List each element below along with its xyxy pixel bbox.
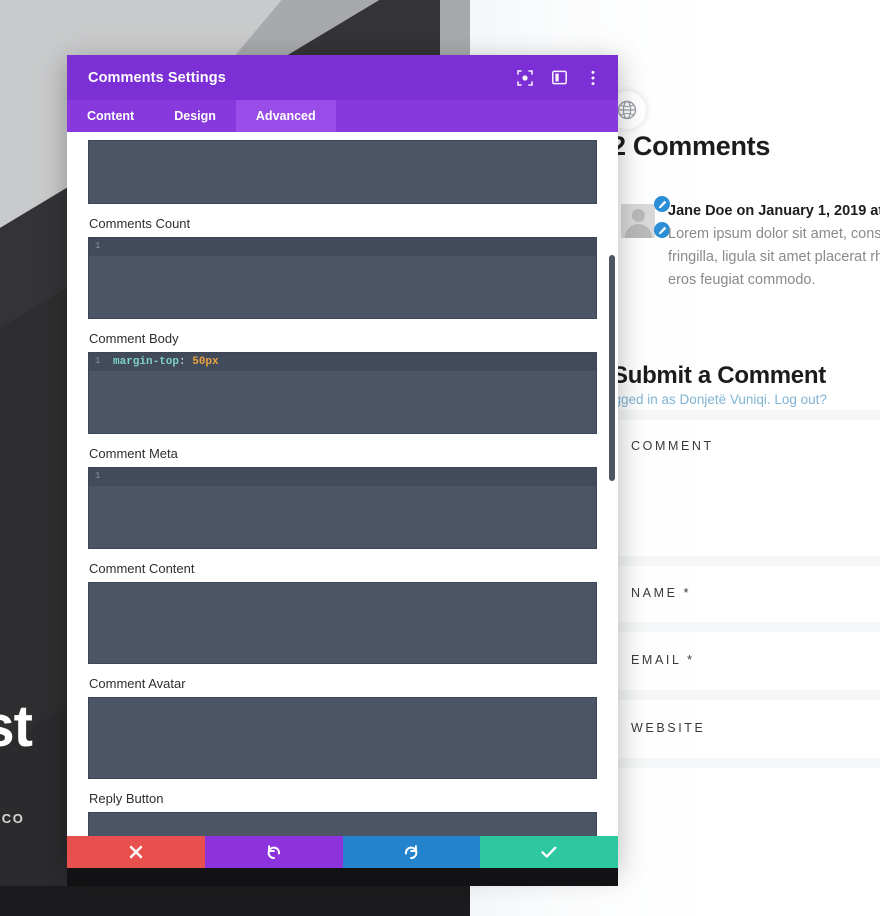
comment-field-label: COMMENT — [631, 439, 714, 453]
line-number-gutter: 1 — [95, 241, 101, 251]
form-separator — [611, 758, 880, 768]
logged-in-notice[interactable]: ogged in as Donjetë Vuniqi. Log out? — [606, 392, 827, 407]
code-field-group — [88, 140, 597, 204]
hero-post-meta: ED | 12 CO — [0, 811, 25, 826]
hero-post-title: ost — [0, 694, 33, 759]
code-field-group: Comment Meta 1 — [88, 434, 597, 549]
email-field-label: EMAIL * — [631, 653, 695, 667]
comment-content-editor[interactable] — [88, 582, 597, 664]
comment-avatar-label: Comment Avatar — [89, 676, 186, 691]
submit-comment-heading: Submit a Comment — [612, 362, 826, 389]
comment-content-label: Comment Content — [89, 561, 195, 576]
name-field-label: NAME * — [631, 586, 692, 600]
modal-drop-shadow — [67, 868, 618, 886]
modal-action-bar — [67, 836, 618, 868]
code-field-group: Comment Content — [88, 549, 597, 664]
hero-bottom-strip — [0, 886, 470, 916]
cancel-button[interactable] — [67, 836, 205, 868]
layout-panel-icon[interactable] — [550, 69, 568, 87]
line-number-gutter: 1 — [95, 356, 101, 366]
active-code-line — [89, 238, 596, 256]
form-separator — [611, 622, 880, 632]
modal-titlebar: Comments Settings — [67, 55, 618, 100]
comments-count-heading: 2 Comments — [611, 131, 771, 161]
tab-design[interactable]: Design — [154, 100, 236, 132]
reply-button-editor[interactable] — [88, 812, 597, 836]
comments-count-editor[interactable]: 1 — [88, 237, 597, 319]
comment-body-editor[interactable]: 1 margin-top: 50px 1 — [88, 352, 597, 434]
user-avatar-icon — [621, 204, 655, 238]
comment-author-meta: Jane Doe on January 1, 2019 at 12:00 pm … — [668, 203, 880, 219]
reply-button-label: Reply Button — [89, 791, 164, 806]
form-separator — [611, 556, 880, 566]
code-field-group: Comments Count 1 — [88, 204, 597, 319]
active-code-line — [89, 468, 596, 486]
css-code-text: margin-top: 50px — [113, 355, 219, 370]
undo-button[interactable] — [204, 836, 343, 868]
comment-body-text: Lorem ipsum dolor sit amet, consectetur … — [668, 226, 880, 288]
code-field-group: Comment Body 1 margin-top: 50px 1 — [88, 319, 597, 434]
redo-button[interactable] — [342, 836, 481, 868]
css-property: margin-top — [113, 356, 180, 368]
css-colon: : — [179, 356, 186, 368]
code-field-group: Reply Button — [88, 779, 597, 836]
comments-settings-modal: Comments Settings Content Design Advance… — [67, 55, 618, 868]
page-scrollbar-thumb[interactable] — [609, 255, 615, 481]
comment-avatar-editor[interactable] — [88, 697, 597, 779]
css-value: 50px — [192, 356, 219, 368]
code-editor-partial[interactable] — [88, 140, 597, 204]
comment-meta-editor[interactable]: 1 — [88, 467, 597, 549]
tab-advanced[interactable]: Advanced — [235, 100, 336, 132]
modal-titlebar-actions — [516, 69, 602, 87]
modal-title: Comments Settings — [88, 69, 226, 86]
tab-content[interactable]: Content — [67, 100, 154, 132]
form-separator — [611, 410, 880, 420]
comment-meta-label: Comment Meta — [89, 446, 178, 461]
website-field-label: WEBSITE — [631, 721, 706, 735]
save-button[interactable] — [480, 836, 618, 868]
code-field-group: Comment Avatar — [88, 664, 597, 779]
modal-tabs: Content Design Advanced — [67, 100, 618, 132]
modal-body-scroll-area[interactable]: Comments Count 1 Comment Body 1 margin-t… — [67, 132, 618, 836]
form-separator — [611, 690, 880, 700]
more-options-icon[interactable] — [584, 69, 602, 87]
comment-author-name: Jane Doe on January 1, 2019 at 12:00 pm — [668, 203, 880, 219]
comments-count-label: Comments Count — [89, 216, 191, 231]
comment-body-label: Comment Body — [89, 331, 179, 346]
line-number-gutter: 1 — [95, 471, 101, 481]
focus-target-icon[interactable] — [516, 69, 534, 87]
